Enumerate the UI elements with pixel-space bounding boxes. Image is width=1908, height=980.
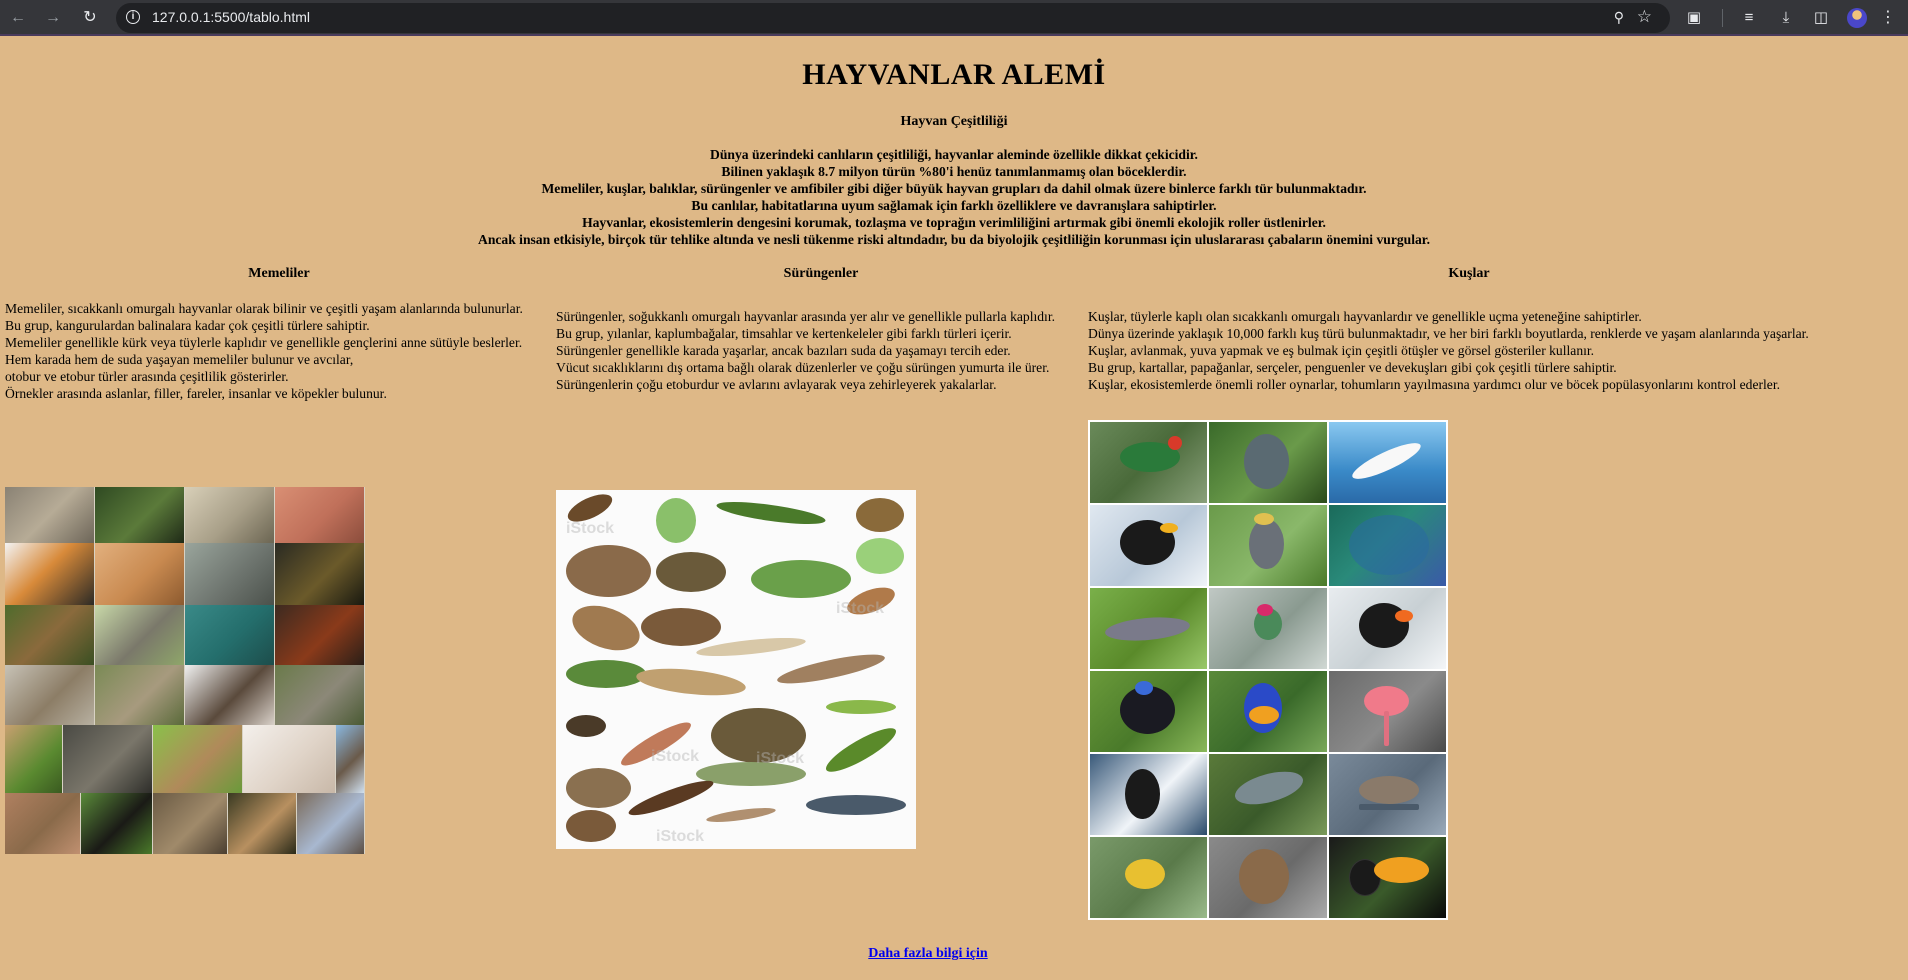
birds-line: Kuşlar, ekosistemlerde önemli roller oyn…: [1088, 377, 1780, 392]
forward-icon[interactable]: →: [43, 8, 63, 28]
bookmark-star-icon[interactable]: ☆: [1637, 7, 1652, 27]
birds-line: Bu grup, kartallar, papağanlar, serçeler…: [1088, 360, 1617, 375]
mammals-line: Memeliler, sıcakkanlı omurgalı hayvanlar…: [5, 301, 523, 316]
side-panel-icon[interactable]: ◫: [1810, 7, 1832, 29]
extensions-icon[interactable]: ▣: [1683, 7, 1705, 29]
site-info-icon[interactable]: i: [126, 10, 140, 24]
page-subtitle: Hayvan Çeşitliliği: [900, 114, 1008, 129]
reptiles-heading: Sürüngenler: [783, 266, 859, 281]
mammals-line: Bu grup, kangurulardan balinalara kadar …: [5, 318, 370, 333]
back-icon[interactable]: ←: [8, 8, 28, 28]
menu-icon[interactable]: ⋮: [1880, 7, 1896, 27]
intro-line: Dünya üzerindeki canlıların çeşitliliği,…: [710, 147, 1198, 162]
birds-image: [1088, 420, 1448, 920]
browser-toolbar: ← → ↻ i 127.0.0.1:5500/tablo.html ⚲ ☆ ▣ …: [0, 0, 1908, 36]
page-title: HAYVANLAR ALEMİ: [802, 58, 1106, 91]
birds-line: Dünya üzerinde yaklaşık 10,000 farklı ku…: [1088, 326, 1809, 341]
media-queue-icon[interactable]: ≡: [1738, 7, 1760, 29]
reptiles-line: Vücut sıcaklıklarını dış ortama bağlı ol…: [556, 360, 1050, 375]
reptiles-text: Sürüngenler, soğukkanlı omurgalı hayvanl…: [556, 308, 1055, 393]
more-info-link[interactable]: Daha fazla bilgi için: [0, 946, 1856, 962]
mammals-text: Memeliler, sıcakkanlı omurgalı hayvanlar…: [5, 300, 523, 402]
watermark: iStock: [566, 520, 615, 537]
reptiles-line: Bu grup, yılanlar, kaplumbağalar, timsah…: [556, 326, 1012, 341]
reptiles-line: Sürüngenlerin çoğu etoburdur ve avlarını…: [556, 377, 997, 392]
birds-line: Kuşlar, tüylerle kaplı olan sıcakkanlı o…: [1088, 309, 1642, 324]
mammals-line: Memeliler genellikle kürk veya tüylerle …: [5, 335, 523, 350]
page-content: HAYVANLAR ALEMİ Hayvan Çeşitliliği Dünya…: [0, 38, 1908, 980]
intro-line: Bilinen yaklaşık 8.7 milyon türün %80'i …: [721, 164, 1187, 179]
mammals-heading: Memeliler: [248, 266, 310, 281]
download-icon[interactable]: ⤓: [1775, 7, 1797, 29]
reptiles-line: Sürüngenler genellikle karada yaşarlar, …: [556, 343, 1011, 358]
mammals-line: Hem karada hem de suda yaşayan memeliler…: [5, 352, 354, 367]
watermark: iStock: [651, 748, 700, 765]
intro-line: Ancak insan etkisiyle, birçok tür tehlik…: [478, 232, 1430, 247]
intro-line: Memeliler, kuşlar, balıklar, sürüngenler…: [541, 181, 1367, 196]
watermark: iStock: [756, 750, 805, 767]
toolbar-separator: [1722, 9, 1723, 27]
birds-text: Kuşlar, tüylerle kaplı olan sıcakkanlı o…: [1088, 308, 1809, 393]
profile-avatar[interactable]: [1847, 8, 1867, 28]
address-bar[interactable]: i 127.0.0.1:5500/tablo.html ⚲ ☆: [116, 3, 1670, 33]
reload-icon[interactable]: ↻: [80, 8, 100, 28]
intro-line: Bu canlılar, habitatlarına uyum sağlamak…: [691, 198, 1217, 213]
intro-line: Hayvanlar, ekosistemlerin dengesini koru…: [582, 215, 1326, 230]
mammals-line: otobur ve etobur türler arasında çeşitli…: [5, 369, 289, 384]
birds-heading: Kuşlar: [1448, 266, 1490, 281]
zoom-icon[interactable]: ⚲: [1614, 9, 1624, 26]
intro-paragraph: Dünya üzerindeki canlıların çeşitliliği,…: [0, 146, 1908, 248]
mammals-line: Örnekler arasında aslanlar, filler, fare…: [5, 386, 387, 401]
watermark: iStock: [836, 600, 885, 617]
watermark: iStock: [656, 828, 705, 845]
mammals-image: [5, 487, 365, 854]
url-text[interactable]: 127.0.0.1:5500/tablo.html: [152, 9, 310, 25]
reptiles-line: Sürüngenler, soğukkanlı omurgalı hayvanl…: [556, 309, 1055, 324]
reptiles-image: iStock iStock iStock iStock iStock: [556, 490, 916, 849]
birds-line: Kuşlar, avlanmak, yuva yapmak ve eş bulm…: [1088, 343, 1595, 358]
